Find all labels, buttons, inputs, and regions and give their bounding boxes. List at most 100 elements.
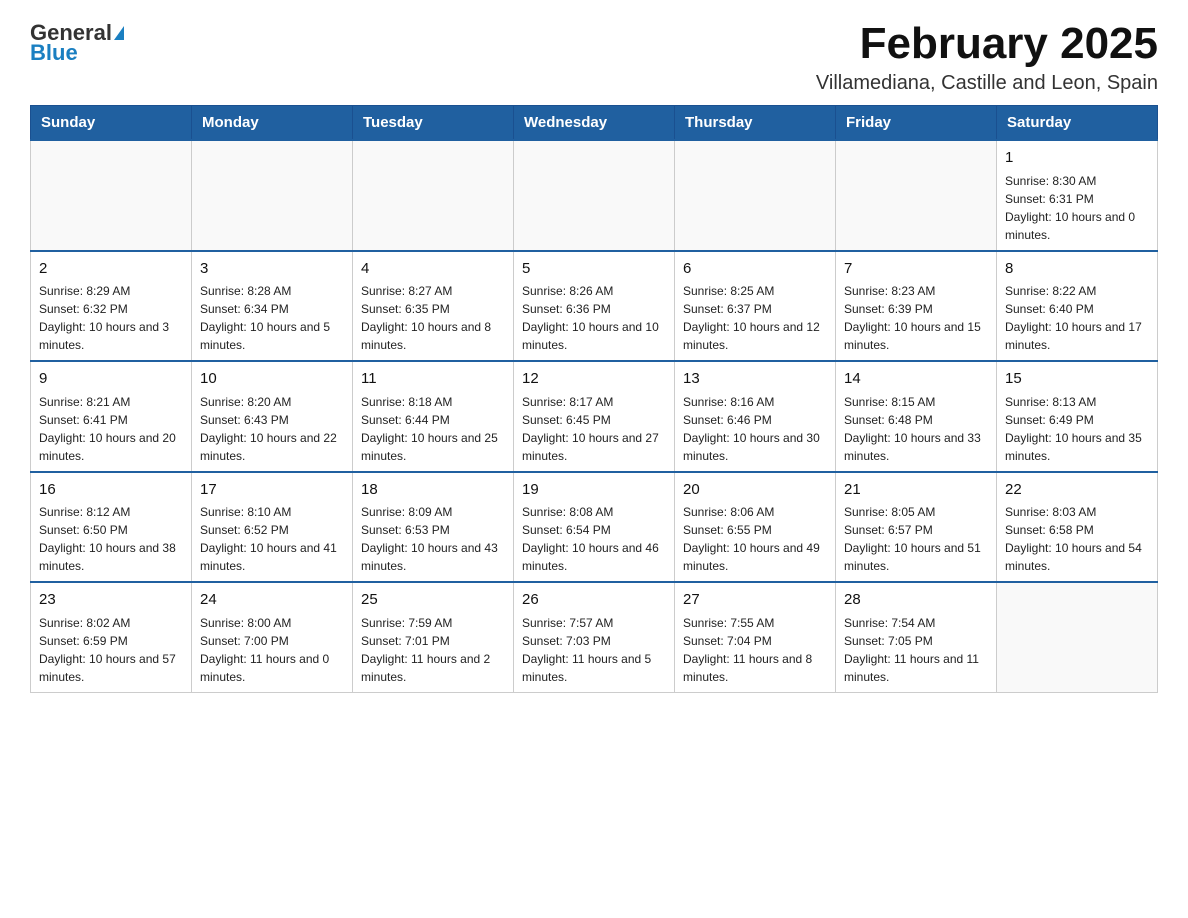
calendar-cell: 28Sunrise: 7:54 AM Sunset: 7:05 PM Dayli… <box>836 582 997 692</box>
calendar-cell: 25Sunrise: 7:59 AM Sunset: 7:01 PM Dayli… <box>353 582 514 692</box>
calendar-cell: 16Sunrise: 8:12 AM Sunset: 6:50 PM Dayli… <box>31 472 192 583</box>
logo: General Blue <box>30 20 124 66</box>
day-number: 24 <box>200 589 344 612</box>
logo-triangle-icon <box>114 26 124 40</box>
day-info: Sunrise: 7:57 AM Sunset: 7:03 PM Dayligh… <box>522 614 666 686</box>
day-info: Sunrise: 8:10 AM Sunset: 6:52 PM Dayligh… <box>200 503 344 575</box>
day-number: 17 <box>200 479 344 502</box>
day-number: 6 <box>683 258 827 281</box>
calendar-day-header: Sunday <box>31 106 192 141</box>
calendar-day-header: Wednesday <box>514 106 675 141</box>
day-info: Sunrise: 8:12 AM Sunset: 6:50 PM Dayligh… <box>39 503 183 575</box>
day-info: Sunrise: 8:22 AM Sunset: 6:40 PM Dayligh… <box>1005 282 1149 354</box>
calendar-cell: 15Sunrise: 8:13 AM Sunset: 6:49 PM Dayli… <box>997 361 1158 472</box>
day-number: 25 <box>361 589 505 612</box>
calendar-week-row: 9Sunrise: 8:21 AM Sunset: 6:41 PM Daylig… <box>31 361 1158 472</box>
day-number: 5 <box>522 258 666 281</box>
day-number: 10 <box>200 368 344 391</box>
calendar-cell: 8Sunrise: 8:22 AM Sunset: 6:40 PM Daylig… <box>997 251 1158 362</box>
calendar-cell: 12Sunrise: 8:17 AM Sunset: 6:45 PM Dayli… <box>514 361 675 472</box>
day-number: 14 <box>844 368 988 391</box>
calendar-cell: 13Sunrise: 8:16 AM Sunset: 6:46 PM Dayli… <box>675 361 836 472</box>
calendar-day-header: Monday <box>192 106 353 141</box>
calendar-cell: 24Sunrise: 8:00 AM Sunset: 7:00 PM Dayli… <box>192 582 353 692</box>
day-number: 1 <box>1005 147 1149 170</box>
day-info: Sunrise: 8:29 AM Sunset: 6:32 PM Dayligh… <box>39 282 183 354</box>
day-info: Sunrise: 8:00 AM Sunset: 7:00 PM Dayligh… <box>200 614 344 686</box>
day-info: Sunrise: 8:08 AM Sunset: 6:54 PM Dayligh… <box>522 503 666 575</box>
page-header: General Blue February 2025 Villamediana,… <box>30 20 1158 95</box>
title-block: February 2025 Villamediana, Castille and… <box>816 20 1158 95</box>
calendar-cell <box>675 140 836 251</box>
calendar-header: SundayMondayTuesdayWednesdayThursdayFrid… <box>31 106 1158 141</box>
day-info: Sunrise: 8:18 AM Sunset: 6:44 PM Dayligh… <box>361 393 505 465</box>
day-info: Sunrise: 8:17 AM Sunset: 6:45 PM Dayligh… <box>522 393 666 465</box>
calendar-cell: 9Sunrise: 8:21 AM Sunset: 6:41 PM Daylig… <box>31 361 192 472</box>
calendar-week-row: 23Sunrise: 8:02 AM Sunset: 6:59 PM Dayli… <box>31 582 1158 692</box>
day-number: 2 <box>39 258 183 281</box>
calendar-day-header: Tuesday <box>353 106 514 141</box>
logo-blue-text: Blue <box>30 40 78 66</box>
day-info: Sunrise: 8:21 AM Sunset: 6:41 PM Dayligh… <box>39 393 183 465</box>
calendar-cell: 18Sunrise: 8:09 AM Sunset: 6:53 PM Dayli… <box>353 472 514 583</box>
day-number: 9 <box>39 368 183 391</box>
day-info: Sunrise: 8:20 AM Sunset: 6:43 PM Dayligh… <box>200 393 344 465</box>
day-info: Sunrise: 8:25 AM Sunset: 6:37 PM Dayligh… <box>683 282 827 354</box>
calendar-week-row: 1Sunrise: 8:30 AM Sunset: 6:31 PM Daylig… <box>31 140 1158 251</box>
calendar-body: 1Sunrise: 8:30 AM Sunset: 6:31 PM Daylig… <box>31 140 1158 692</box>
calendar-week-row: 16Sunrise: 8:12 AM Sunset: 6:50 PM Dayli… <box>31 472 1158 583</box>
calendar-cell: 7Sunrise: 8:23 AM Sunset: 6:39 PM Daylig… <box>836 251 997 362</box>
calendar-subtitle: Villamediana, Castille and Leon, Spain <box>816 72 1158 95</box>
calendar-cell: 20Sunrise: 8:06 AM Sunset: 6:55 PM Dayli… <box>675 472 836 583</box>
day-info: Sunrise: 7:54 AM Sunset: 7:05 PM Dayligh… <box>844 614 988 686</box>
day-number: 3 <box>200 258 344 281</box>
day-info: Sunrise: 8:13 AM Sunset: 6:49 PM Dayligh… <box>1005 393 1149 465</box>
day-number: 8 <box>1005 258 1149 281</box>
day-number: 26 <box>522 589 666 612</box>
calendar-cell: 27Sunrise: 7:55 AM Sunset: 7:04 PM Dayli… <box>675 582 836 692</box>
day-info: Sunrise: 8:30 AM Sunset: 6:31 PM Dayligh… <box>1005 172 1149 244</box>
day-info: Sunrise: 8:27 AM Sunset: 6:35 PM Dayligh… <box>361 282 505 354</box>
day-info: Sunrise: 7:59 AM Sunset: 7:01 PM Dayligh… <box>361 614 505 686</box>
day-number: 27 <box>683 589 827 612</box>
calendar-cell: 2Sunrise: 8:29 AM Sunset: 6:32 PM Daylig… <box>31 251 192 362</box>
calendar-title: February 2025 <box>816 20 1158 68</box>
day-number: 20 <box>683 479 827 502</box>
day-info: Sunrise: 8:28 AM Sunset: 6:34 PM Dayligh… <box>200 282 344 354</box>
calendar-day-header: Saturday <box>997 106 1158 141</box>
calendar-cell <box>31 140 192 251</box>
day-number: 22 <box>1005 479 1149 502</box>
day-info: Sunrise: 8:26 AM Sunset: 6:36 PM Dayligh… <box>522 282 666 354</box>
day-info: Sunrise: 8:16 AM Sunset: 6:46 PM Dayligh… <box>683 393 827 465</box>
calendar-header-row: SundayMondayTuesdayWednesdayThursdayFrid… <box>31 106 1158 141</box>
calendar-cell: 6Sunrise: 8:25 AM Sunset: 6:37 PM Daylig… <box>675 251 836 362</box>
day-number: 21 <box>844 479 988 502</box>
day-info: Sunrise: 8:09 AM Sunset: 6:53 PM Dayligh… <box>361 503 505 575</box>
day-info: Sunrise: 7:55 AM Sunset: 7:04 PM Dayligh… <box>683 614 827 686</box>
day-info: Sunrise: 8:05 AM Sunset: 6:57 PM Dayligh… <box>844 503 988 575</box>
day-number: 13 <box>683 368 827 391</box>
calendar-cell: 11Sunrise: 8:18 AM Sunset: 6:44 PM Dayli… <box>353 361 514 472</box>
calendar-cell: 17Sunrise: 8:10 AM Sunset: 6:52 PM Dayli… <box>192 472 353 583</box>
calendar-cell: 1Sunrise: 8:30 AM Sunset: 6:31 PM Daylig… <box>997 140 1158 251</box>
calendar-cell: 4Sunrise: 8:27 AM Sunset: 6:35 PM Daylig… <box>353 251 514 362</box>
calendar-cell <box>353 140 514 251</box>
day-number: 28 <box>844 589 988 612</box>
calendar-cell: 10Sunrise: 8:20 AM Sunset: 6:43 PM Dayli… <box>192 361 353 472</box>
day-number: 16 <box>39 479 183 502</box>
day-number: 23 <box>39 589 183 612</box>
calendar-cell: 21Sunrise: 8:05 AM Sunset: 6:57 PM Dayli… <box>836 472 997 583</box>
calendar-cell: 19Sunrise: 8:08 AM Sunset: 6:54 PM Dayli… <box>514 472 675 583</box>
calendar-cell: 22Sunrise: 8:03 AM Sunset: 6:58 PM Dayli… <box>997 472 1158 583</box>
calendar-cell: 26Sunrise: 7:57 AM Sunset: 7:03 PM Dayli… <box>514 582 675 692</box>
day-number: 19 <box>522 479 666 502</box>
calendar-day-header: Thursday <box>675 106 836 141</box>
day-number: 4 <box>361 258 505 281</box>
day-info: Sunrise: 8:15 AM Sunset: 6:48 PM Dayligh… <box>844 393 988 465</box>
calendar-cell: 3Sunrise: 8:28 AM Sunset: 6:34 PM Daylig… <box>192 251 353 362</box>
calendar-table: SundayMondayTuesdayWednesdayThursdayFrid… <box>30 105 1158 693</box>
calendar-cell: 5Sunrise: 8:26 AM Sunset: 6:36 PM Daylig… <box>514 251 675 362</box>
day-number: 7 <box>844 258 988 281</box>
calendar-cell: 23Sunrise: 8:02 AM Sunset: 6:59 PM Dayli… <box>31 582 192 692</box>
day-number: 11 <box>361 368 505 391</box>
